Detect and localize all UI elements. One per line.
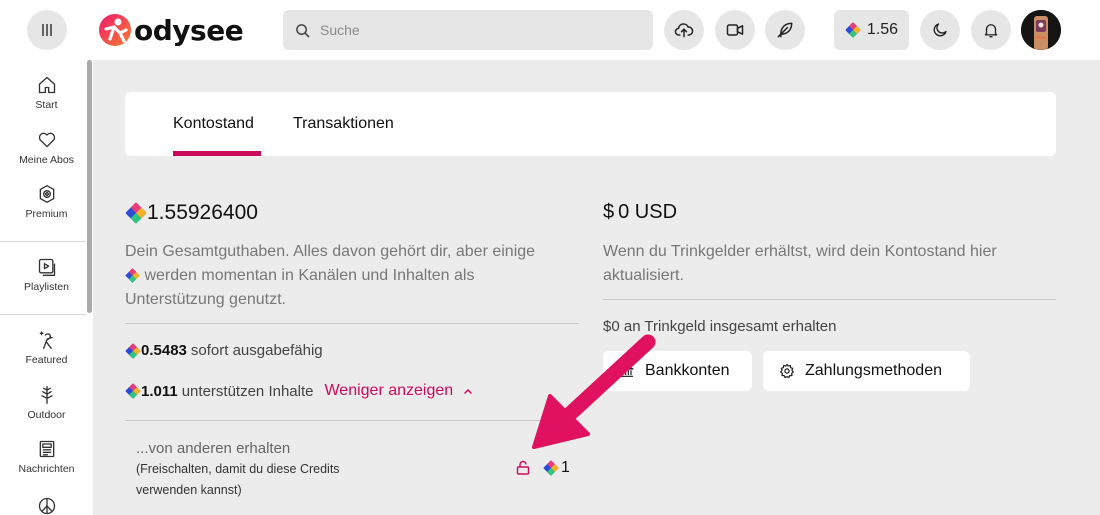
- notifications-button[interactable]: [971, 10, 1011, 50]
- featured-icon: [39, 331, 53, 349]
- search-bar[interactable]: [283, 10, 653, 50]
- search-input[interactable]: [320, 22, 640, 38]
- sidebar-item-start[interactable]: Start: [0, 75, 93, 111]
- sidebar-scrollbar[interactable]: [87, 60, 92, 313]
- lbc-description-text: werden momentan in Kanälen und Inhalten …: [144, 267, 475, 284]
- home-icon: [38, 76, 55, 94]
- sidebar-item-featured[interactable]: Featured: [0, 330, 93, 366]
- top-header: odysee 1.56: [0, 0, 1100, 60]
- received-value: 1: [561, 459, 570, 476]
- usd-description: Wenn du Trinkgelder erhältst, wird dein …: [603, 240, 1056, 288]
- payment-methods-button[interactable]: Zahlungsmethoden: [763, 351, 970, 391]
- lbc-credits-icon: [845, 22, 861, 38]
- menu-icon: [42, 24, 52, 36]
- user-avatar[interactable]: [1021, 10, 1061, 50]
- spendable-value: 0.5483: [141, 342, 187, 359]
- odysee-logo-icon: [99, 14, 131, 46]
- lbc-description: Dein Gesamtguthaben. Alles davon gehört …: [125, 240, 585, 312]
- lbc-credits-icon: [125, 268, 140, 284]
- sidebar-item-outdoor[interactable]: Outdoor: [0, 385, 93, 421]
- heart-icon: [38, 132, 55, 148]
- usd-balance: $ 0 USD: [603, 201, 677, 224]
- sidebar-item-label: Playlisten: [24, 281, 69, 293]
- sidebar-item-label: Featured: [25, 354, 68, 366]
- unlock-button[interactable]: [515, 460, 531, 481]
- theme-toggle-button[interactable]: [920, 10, 960, 50]
- wallet-tabs: Kontostand Transaktionen: [125, 92, 1056, 156]
- lbc-credits-icon: [125, 342, 141, 359]
- chevron-up-icon: [464, 388, 472, 394]
- sidebar-item-premium[interactable]: Premium: [0, 184, 93, 220]
- moon-icon: [933, 23, 947, 37]
- tab-balance[interactable]: Kontostand: [173, 92, 254, 156]
- usd-total-value: 0 USD: [618, 201, 678, 223]
- active-tab-indicator: [173, 151, 261, 156]
- newspaper-icon: [39, 440, 54, 458]
- upload-button[interactable]: [664, 10, 704, 50]
- supporting-row: 1.011 unterstützen Inhalte Weniger anzei…: [125, 382, 473, 400]
- lbc-credits-icon: [125, 202, 147, 224]
- tab-transactions[interactable]: Transaktionen: [293, 92, 394, 156]
- divider: [125, 323, 579, 324]
- sidebar-item-label: Outdoor: [27, 409, 66, 421]
- received-title: ...von anderen erhalten: [136, 440, 291, 457]
- search-icon: [296, 23, 310, 38]
- sidebar-item-label: Meine Abos: [19, 154, 74, 166]
- spendable-row: 0.5483 sofort ausgabefähig: [125, 342, 323, 359]
- feather-icon: [777, 22, 793, 38]
- lbc-total-balance: 1.55926400: [125, 201, 258, 225]
- supporting-label: unterstützen Inhalte: [181, 382, 314, 400]
- lbc-description-line: werden momentan in Kanälen und Inhalten …: [125, 264, 585, 288]
- sidebar-item-news[interactable]: Nachrichten: [0, 439, 93, 475]
- divider: [603, 299, 1056, 300]
- peace-icon: [38, 497, 55, 515]
- sidebar-item-subscriptions[interactable]: Meine Abos: [0, 130, 93, 166]
- bell-icon: [984, 24, 998, 38]
- avatar-image: [1021, 10, 1061, 50]
- lbc-description-line: Unterstützung genutzt.: [125, 291, 286, 308]
- show-less-label: Weniger anzeigen: [324, 382, 454, 399]
- show-less-link[interactable]: Weniger anzeigen: [324, 382, 473, 400]
- wallet-balance-button[interactable]: 1.56: [834, 10, 909, 50]
- lbc-description-line: Dein Gesamtguthaben. Alles davon gehört …: [125, 243, 536, 260]
- sidebar-item-playlists[interactable]: Playlisten: [0, 257, 93, 293]
- playlist-icon: [38, 258, 55, 276]
- side-navigation: Start Meine Abos Premium Playlisten Feat…: [0, 60, 93, 515]
- unlock-icon: [516, 460, 530, 475]
- menu-button[interactable]: [27, 10, 67, 50]
- dollar-symbol: $: [603, 201, 615, 223]
- lbc-credits-icon: [125, 383, 141, 399]
- sidebar-item-label: Start: [35, 99, 58, 111]
- cloud-upload-icon: [674, 23, 694, 38]
- supporting-value: 1.011: [141, 382, 178, 400]
- sidebar-item-label: Nachrichten: [18, 463, 75, 475]
- logo-text: odysee: [134, 13, 244, 47]
- lbc-total-value: 1.55926400: [147, 201, 258, 224]
- usd-description-line: Wenn du Trinkgelder erhältst, wird dein …: [603, 243, 997, 260]
- gear-icon: [780, 363, 794, 379]
- annotation-arrow: [532, 334, 656, 449]
- sidebar-divider: [0, 314, 86, 315]
- video-camera-icon: [726, 24, 744, 36]
- sidebar-divider: [0, 241, 86, 242]
- wallet-balance-value: 1.56: [866, 21, 899, 38]
- sidebar-item-label: Premium: [25, 208, 68, 220]
- lbc-credits-icon: [543, 460, 559, 476]
- sidebar-item-peace[interactable]: [0, 496, 93, 515]
- go-live-button[interactable]: [715, 10, 755, 50]
- divider: [125, 420, 579, 421]
- payment-methods-label: Zahlungsmethoden: [805, 362, 942, 379]
- received-value-row: 1: [543, 459, 570, 477]
- received-note: (Freischalten, damit du diese Credits ve…: [136, 462, 340, 497]
- publish-post-button[interactable]: [765, 10, 805, 50]
- odysee-logo[interactable]: odysee: [98, 10, 244, 50]
- spendable-label: sofort ausgabefähig: [190, 342, 323, 359]
- premium-icon: [39, 185, 54, 203]
- tree-icon: [40, 386, 53, 404]
- usd-description-line: aktualisiert.: [603, 267, 684, 284]
